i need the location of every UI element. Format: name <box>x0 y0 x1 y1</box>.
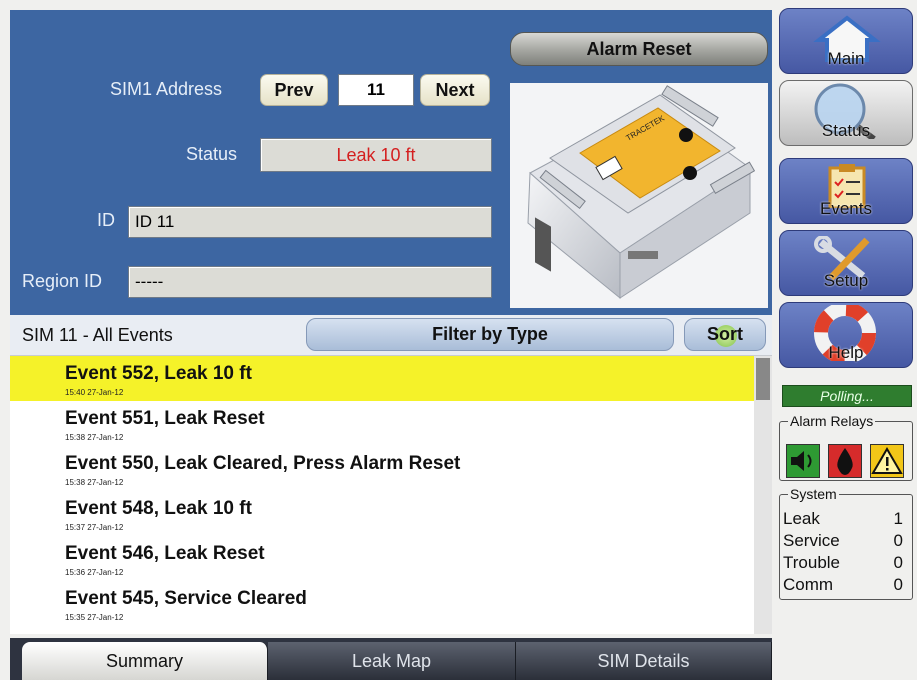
event-row[interactable]: Event 546, Leak Reset 15:36 27-Jan-12 <box>10 536 754 581</box>
system-row-name: Leak <box>783 509 820 528</box>
event-list[interactable]: Event 552, Leak 10 ft 15:40 27-Jan-12 Ev… <box>10 356 772 634</box>
bottom-tab-bar: Summary Leak Map SIM Details <box>10 638 772 680</box>
nav-events-button[interactable]: Events <box>779 158 913 224</box>
speaker-icon <box>791 451 812 471</box>
event-title: Event 545, Service Cleared <box>65 588 307 609</box>
id-label: ID <box>97 210 115 230</box>
system-row: Leak 1 <box>783 509 903 531</box>
alarm-relays-group: Alarm Relays <box>779 413 913 481</box>
sim-device-image: TRACETEK <box>527 85 756 300</box>
tab-leak-map[interactable]: Leak Map <box>268 642 516 680</box>
nav-main-button[interactable]: Main <box>779 8 913 74</box>
status-field: Leak 10 ft <box>260 138 492 172</box>
nav-help-label: Help <box>828 343 864 362</box>
alarm-reset-button[interactable]: Alarm Reset <box>510 32 768 66</box>
next-button[interactable]: Next <box>420 74 490 106</box>
event-title: Event 548, Leak 10 ft <box>65 498 252 519</box>
nav-setup-label: Setup <box>823 271 869 290</box>
relay-warning[interactable] <box>870 444 904 478</box>
tab-sim-details[interactable]: SIM Details <box>516 642 772 680</box>
polling-status: Polling... <box>782 385 912 407</box>
filter-by-type-button[interactable]: Filter by Type <box>306 318 674 351</box>
event-title: Event 552, Leak 10 ft <box>65 363 252 384</box>
event-time: 15:40 27-Jan-12 <box>65 388 124 397</box>
event-time: 15:36 27-Jan-12 <box>65 568 124 577</box>
nav-help-button[interactable]: Help <box>779 302 913 368</box>
system-row-name: Service <box>783 531 840 550</box>
system-row-value: 0 <box>893 531 903 550</box>
system-row: Comm 0 <box>783 575 903 597</box>
event-row[interactable]: Event 551, Leak Reset 15:38 27-Jan-12 <box>10 401 754 446</box>
nav-main-label: Main <box>827 49 865 68</box>
system-row-value: 0 <box>893 553 903 572</box>
warning-icon <box>871 447 903 474</box>
event-row[interactable]: Event 550, Leak Cleared, Press Alarm Res… <box>10 446 754 491</box>
system-title: System <box>788 486 839 502</box>
system-row: Trouble 0 <box>783 553 903 575</box>
system-row-value: 1 <box>893 509 903 528</box>
region-field[interactable]: ----- <box>128 266 492 298</box>
id-field[interactable]: ID 11 <box>128 206 492 238</box>
relay-speaker[interactable] <box>786 444 820 478</box>
tab-summary[interactable]: Summary <box>22 642 268 680</box>
event-time: 15:35 27-Jan-12 <box>65 613 124 622</box>
sort-label: Sort <box>707 324 743 344</box>
system-row-name: Trouble <box>783 553 841 572</box>
event-time: 15:38 27-Jan-12 <box>65 478 124 487</box>
events-header: SIM 11 - All Events Filter by Type Sort <box>10 315 772 356</box>
scrollbar-thumb[interactable] <box>756 358 770 400</box>
drop-icon <box>837 448 853 475</box>
nav-setup-button[interactable]: Setup <box>779 230 913 296</box>
region-label: Region ID <box>22 271 103 291</box>
event-row[interactable]: Event 545, Service Cleared 15:35 27-Jan-… <box>10 581 754 626</box>
sim-info-panel: Alarm Reset SIM1 Address Prev 11 Next St… <box>10 10 772 315</box>
event-title: Event 550, Leak Cleared, Press Alarm Res… <box>65 453 461 474</box>
event-time: 15:38 27-Jan-12 <box>65 433 124 442</box>
device-photo: TRACETEK <box>510 83 768 308</box>
system-group: System Leak 1 Service 0 Trouble 0 Comm 0 <box>779 486 913 600</box>
address-input[interactable]: 11 <box>338 74 414 106</box>
event-row[interactable]: Event 552, Leak 10 ft 15:40 27-Jan-12 <box>10 356 754 401</box>
event-time: 15:37 27-Jan-12 <box>65 523 124 532</box>
status-label: Status <box>186 144 238 164</box>
system-row-value: 0 <box>893 575 903 594</box>
nav-events-label: Events <box>820 199 872 218</box>
system-row: Service 0 <box>783 531 903 553</box>
nav-status-button[interactable]: Status <box>779 80 913 146</box>
address-label: SIM1 Address <box>110 79 223 99</box>
event-title: Event 546, Leak Reset <box>65 543 265 564</box>
nav-status-label: Status <box>821 121 871 140</box>
alarm-relays-title: Alarm Relays <box>788 413 876 429</box>
event-list-scrollbar[interactable] <box>754 356 772 634</box>
main-nav: Main Status Events Setup Help <box>779 8 913 376</box>
event-row[interactable]: Event 548, Leak 10 ft 15:37 27-Jan-12 <box>10 491 754 536</box>
relay-drop[interactable] <box>828 444 862 478</box>
event-title: Event 551, Leak Reset <box>65 408 265 429</box>
system-row-name: Comm <box>783 575 834 594</box>
prev-button[interactable]: Prev <box>260 74 328 106</box>
sort-button[interactable]: Sort <box>684 318 766 351</box>
events-title: SIM 11 - All Events <box>22 325 173 345</box>
